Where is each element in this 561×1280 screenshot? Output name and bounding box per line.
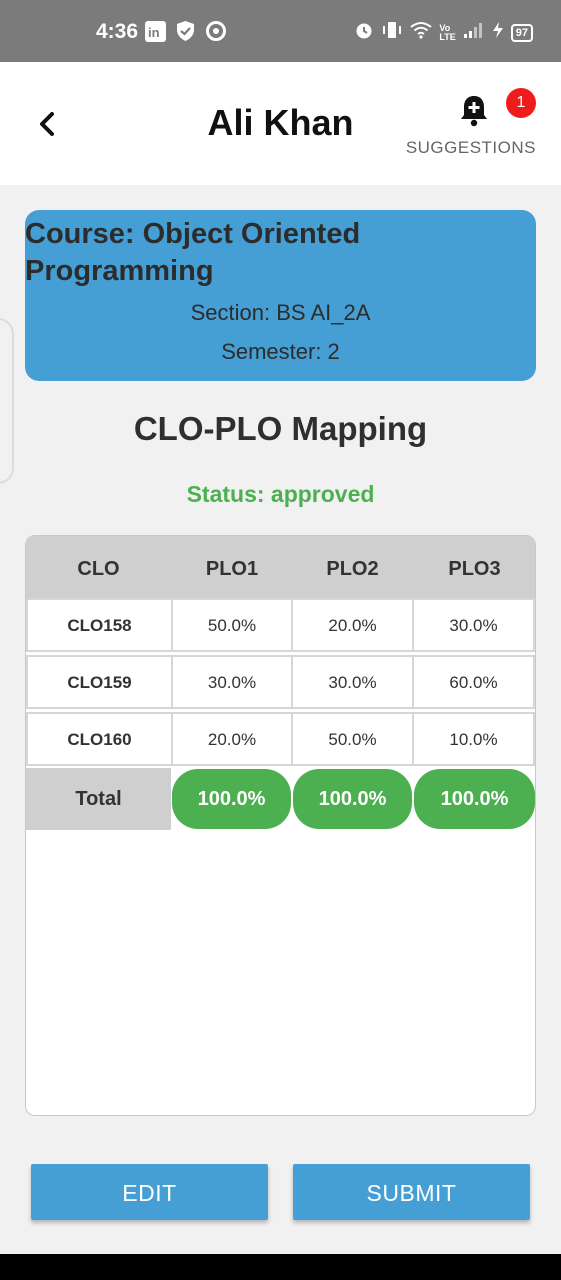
total-plo2: 100.0% bbox=[293, 769, 412, 829]
wifi-icon bbox=[410, 21, 433, 44]
shield-icon bbox=[176, 20, 195, 42]
volte-bottom: LTE bbox=[439, 31, 456, 42]
mapping-heading: CLO-PLO Mapping bbox=[133, 410, 428, 447]
status-bar: 4:36 in Vo LTE 97 bbox=[0, 0, 561, 62]
linkedin-icon: in bbox=[145, 20, 166, 42]
suggestions-button[interactable] bbox=[456, 92, 492, 128]
table-cell-value[interactable]: 50.0% bbox=[291, 712, 414, 766]
header-clo: CLO bbox=[77, 558, 120, 580]
side-drawer-handle[interactable] bbox=[0, 318, 14, 484]
signal-icon bbox=[463, 21, 485, 44]
table-cell-value[interactable]: 30.0% bbox=[291, 655, 414, 709]
notification-badge: 1 bbox=[506, 88, 536, 118]
header-plo1: PLO1 bbox=[205, 558, 259, 580]
submit-button[interactable]: SUBMIT bbox=[293, 1164, 530, 1220]
volte-indicator: Vo LTE bbox=[439, 23, 456, 42]
table-cell-value[interactable]: 30.0% bbox=[412, 598, 535, 652]
status-text: Status: approved bbox=[186, 481, 375, 507]
header-plo3: PLO3 bbox=[448, 558, 501, 580]
table-cell-value[interactable]: 60.0% bbox=[412, 655, 535, 709]
table-cell-value[interactable]: 10.0% bbox=[412, 712, 535, 766]
sync-circle-icon bbox=[205, 20, 227, 42]
total-label: Total bbox=[26, 768, 171, 830]
svg-text:in: in bbox=[148, 25, 160, 40]
total-plo1: 100.0% bbox=[172, 769, 291, 829]
battery-level: 97 bbox=[510, 23, 533, 42]
total-plo3: 100.0% bbox=[414, 769, 535, 829]
vibrate-icon bbox=[381, 20, 403, 45]
table-row-clo: CLO158 bbox=[26, 598, 173, 652]
table-cell-value[interactable]: 50.0% bbox=[171, 598, 293, 652]
suggestions-label[interactable]: SUGGESTIONS bbox=[406, 138, 536, 158]
table-cell-value[interactable]: 30.0% bbox=[171, 655, 293, 709]
edit-button[interactable]: EDIT bbox=[31, 1164, 268, 1220]
table-row-clo: CLO159 bbox=[26, 655, 173, 709]
mapping-table: CLO PLO1 PLO2 PLO3 CLO158 50.0% 20.0% 30… bbox=[25, 535, 536, 1116]
course-section: Section: BS AI_2A bbox=[190, 300, 371, 325]
course-card: Course: Object Oriented Programming Sect… bbox=[25, 210, 536, 381]
bell-plus-icon bbox=[461, 96, 487, 127]
table-cell-value[interactable]: 20.0% bbox=[291, 598, 414, 652]
app-bar: Ali Khan bbox=[0, 62, 561, 185]
table-row-clo: CLO160 bbox=[26, 712, 173, 766]
course-semester: Semester: 2 bbox=[221, 339, 340, 364]
status-icons-right: Vo LTE 97 bbox=[354, 20, 533, 45]
alarm-icon bbox=[354, 20, 374, 45]
table-cell-value[interactable]: 20.0% bbox=[171, 712, 293, 766]
course-name: Course: Object Oriented Programming bbox=[25, 218, 361, 287]
charging-icon bbox=[492, 21, 504, 44]
header-plo2: PLO2 bbox=[326, 558, 379, 580]
status-time: 4:36 bbox=[96, 20, 139, 43]
system-nav-bar bbox=[0, 1254, 561, 1280]
table-header: CLO PLO1 PLO2 PLO3 bbox=[26, 536, 535, 598]
